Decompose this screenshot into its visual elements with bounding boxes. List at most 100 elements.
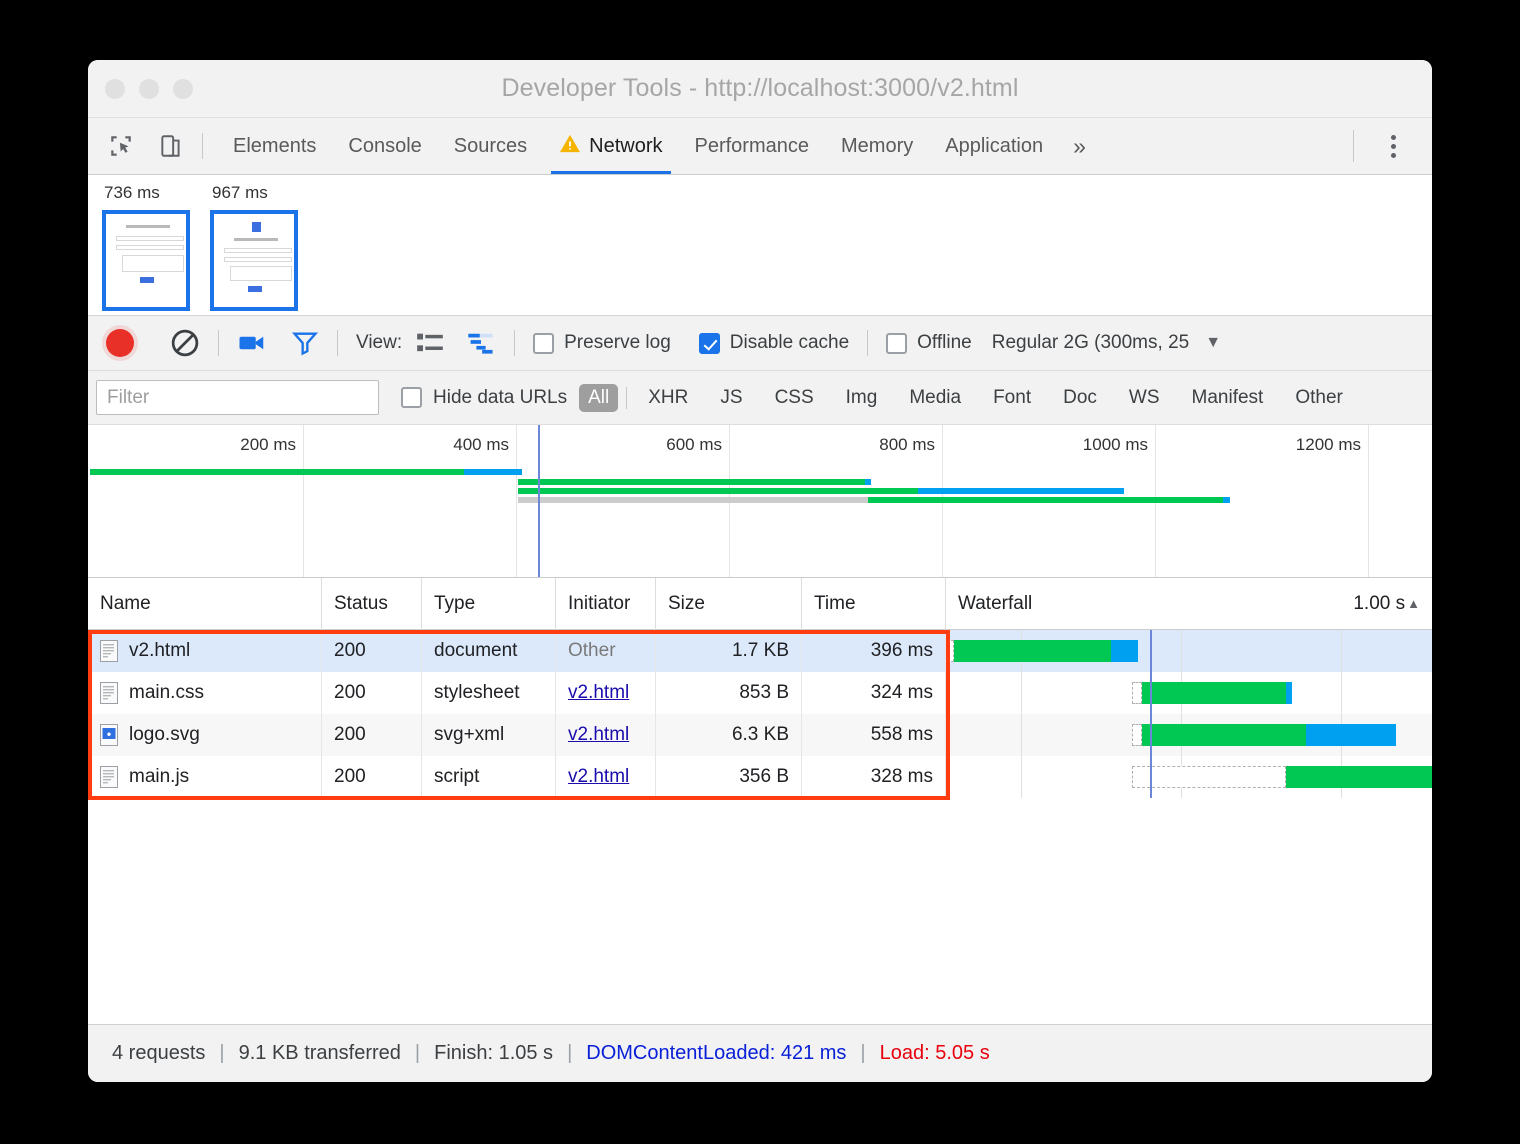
filter-chip-js[interactable]: JS <box>711 384 751 412</box>
overview-bar-logosvg <box>518 488 918 494</box>
column-header-size[interactable]: Size <box>656 578 802 630</box>
filter-chip-font[interactable]: Font <box>984 384 1040 412</box>
column-header-waterfall[interactable]: Waterfall 1.00 s ▲ <box>946 578 1432 630</box>
tab-performance[interactable]: Performance <box>679 118 826 174</box>
capture-screenshots-icon[interactable] <box>237 328 267 358</box>
cell-time: 558 ms <box>802 714 946 756</box>
filmstrip-frame[interactable]: 736 ms <box>102 183 192 311</box>
tab-network[interactable]: Network <box>543 118 678 174</box>
table-row[interactable]: main.css 200 stylesheet v2.html 853 B 32… <box>88 672 1432 714</box>
image-file-icon: ● <box>100 724 118 746</box>
kebab-menu-icon[interactable] <box>1376 135 1410 158</box>
column-header-status[interactable]: Status <box>322 578 422 630</box>
disable-cache-checkbox-box[interactable] <box>699 333 720 354</box>
tab-elements[interactable]: Elements <box>217 118 332 174</box>
waterfall-bar-green <box>954 640 1111 662</box>
preserve-log-checkbox[interactable]: Preserve log <box>533 332 671 354</box>
cell-initiator-link[interactable]: v2.html <box>568 766 629 788</box>
filmstrip-frame[interactable]: 967 ms <box>210 183 300 311</box>
panel-tab-strip: Elements Console Sources <box>88 118 1432 175</box>
filter-chip-all[interactable]: All <box>579 384 618 412</box>
preserve-log-label: Preserve log <box>564 332 671 354</box>
throttling-value: Regular 2G (300ms, 25 <box>992 332 1190 354</box>
tab-performance-label: Performance <box>695 135 810 158</box>
filter-input[interactable]: Filter <box>96 380 379 415</box>
chevron-down-icon[interactable]: ▼ <box>1205 334 1221 352</box>
cell-waterfall <box>946 714 1432 756</box>
cell-name[interactable]: main.css <box>88 672 322 714</box>
tab-console[interactable]: Console <box>332 118 437 174</box>
tab-memory[interactable]: Memory <box>825 118 929 174</box>
waterfall-bar-blue <box>1306 724 1396 746</box>
filter-chip-doc[interactable]: Doc <box>1054 384 1106 412</box>
devtools-window: Developer Tools - http://localhost:3000/… <box>88 60 1432 1082</box>
overview-bar-v2html-wait <box>464 469 522 475</box>
cell-size: 6.3 KB <box>656 714 802 756</box>
overview-tick-1200: 1200 ms <box>1296 435 1368 455</box>
list-view-icon[interactable] <box>416 331 444 355</box>
record-button[interactable] <box>106 329 134 357</box>
maximize-window-button[interactable] <box>173 79 193 99</box>
cell-initiator-link[interactable]: v2.html <box>568 682 629 704</box>
preserve-log-checkbox-box[interactable] <box>533 333 554 354</box>
waterfall-view-icon[interactable] <box>466 331 496 355</box>
tab-application[interactable]: Application <box>929 118 1059 174</box>
close-window-button[interactable] <box>105 79 125 99</box>
cell-name[interactable]: ● logo.svg <box>88 714 322 756</box>
filter-chip-css[interactable]: CSS <box>766 384 823 412</box>
cell-initiator-link[interactable]: v2.html <box>568 724 629 746</box>
tab-application-label: Application <box>945 135 1043 158</box>
cell-initiator: Other <box>556 630 656 672</box>
filmstrip-frame-thumbnail[interactable] <box>210 210 298 311</box>
cell-name[interactable]: main.js <box>88 756 322 798</box>
status-requests: 4 requests <box>98 1042 219 1065</box>
column-header-initiator[interactable]: Initiator <box>556 578 656 630</box>
cell-name-text: v2.html <box>129 640 190 662</box>
overview-bar-maincss-wait <box>865 479 871 485</box>
inspect-element-icon[interactable] <box>104 129 138 163</box>
filmstrip-frame-thumbnail[interactable] <box>102 210 190 311</box>
filmstrip-frame-time: 967 ms <box>210 183 300 203</box>
clear-button[interactable] <box>170 328 200 358</box>
warning-icon <box>559 133 581 159</box>
cell-name-text: main.css <box>129 682 204 704</box>
waterfall-scale-label: 1.00 s <box>1353 593 1405 615</box>
filter-icon[interactable] <box>291 329 319 357</box>
cell-status: 200 <box>322 756 422 798</box>
device-toolbar-icon[interactable] <box>154 129 188 163</box>
filter-chip-img[interactable]: Img <box>837 384 887 412</box>
offline-checkbox[interactable]: Offline <box>886 332 972 354</box>
table-row[interactable]: main.js 200 script v2.html 356 B 328 ms <box>88 756 1432 798</box>
offline-checkbox-box[interactable] <box>886 333 907 354</box>
toolbar-divider <box>337 330 338 356</box>
overview-bar-maincss <box>518 479 865 485</box>
window-controls[interactable] <box>88 79 193 99</box>
column-header-time[interactable]: Time <box>802 578 946 630</box>
more-tabs-icon[interactable]: » <box>1059 133 1097 160</box>
filter-chip-xhr[interactable]: XHR <box>639 384 697 412</box>
column-header-name[interactable]: Name <box>88 578 322 630</box>
cell-initiator[interactable]: v2.html <box>556 756 656 798</box>
filter-chip-ws[interactable]: WS <box>1120 384 1169 412</box>
waterfall-bar-queueing <box>1132 766 1286 788</box>
hide-data-urls-label: Hide data URLs <box>433 387 567 409</box>
minimize-window-button[interactable] <box>139 79 159 99</box>
hide-data-urls-checkbox-box[interactable] <box>401 387 422 408</box>
cell-initiator[interactable]: v2.html <box>556 672 656 714</box>
disable-cache-checkbox[interactable]: Disable cache <box>699 332 849 354</box>
overview-tick-800: 800 ms <box>879 435 942 455</box>
throttling-dropdown[interactable]: Regular 2G (300ms, 25 ▼ <box>992 332 1221 354</box>
filter-chip-manifest[interactable]: Manifest <box>1183 384 1273 412</box>
tab-sources[interactable]: Sources <box>438 118 543 174</box>
hide-data-urls-checkbox[interactable]: Hide data URLs <box>401 387 567 409</box>
cell-name[interactable]: v2.html <box>88 630 322 672</box>
overview-timeline[interactable]: 200 ms 400 ms 600 ms 800 ms 1000 ms 1200… <box>88 425 1432 578</box>
cell-initiator[interactable]: v2.html <box>556 714 656 756</box>
filter-chip-other[interactable]: Other <box>1286 384 1352 412</box>
sort-ascending-icon[interactable]: ▲ <box>1407 596 1420 611</box>
table-row[interactable]: v2.html 200 document Other 1.7 KB 396 ms <box>88 630 1432 672</box>
column-header-type[interactable]: Type <box>422 578 556 630</box>
table-row[interactable]: ● logo.svg 200 svg+xml v2.html 6.3 KB 55… <box>88 714 1432 756</box>
filter-chip-media[interactable]: Media <box>900 384 970 412</box>
window-title: Developer Tools - http://localhost:3000/… <box>88 74 1432 103</box>
